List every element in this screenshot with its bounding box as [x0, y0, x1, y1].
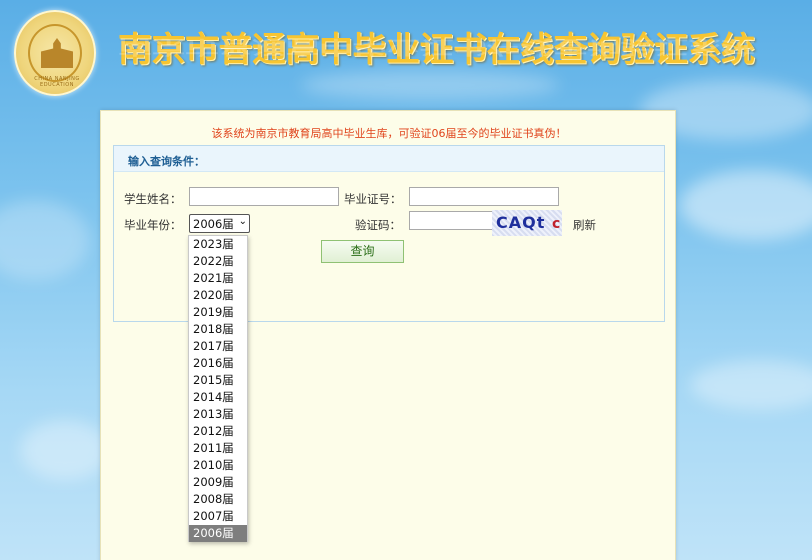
graduation-year-option[interactable]: 2019届 — [189, 304, 247, 321]
graduation-year-option[interactable]: 2013届 — [189, 406, 247, 423]
graduation-year-dropdown-list: 2023届 2022届 2021届 2020届 2019届 2018届 2017届 2016届… — [188, 235, 248, 542]
sky-cloud — [20, 420, 110, 480]
graduation-year-option[interactable]: 2023届 — [189, 236, 247, 253]
sky-cloud — [680, 170, 812, 240]
system-notice: 该系统为南京市教育局高中毕业生库，可验证06届至今的毕业证书真伪！ — [211, 127, 567, 140]
sky-cloud — [690, 360, 812, 410]
graduation-year-option[interactable]: 2011届 — [189, 440, 247, 457]
captcha-label: 验证码： — [355, 218, 401, 232]
page-title-reflection: 南京市普通高中毕业证书在线查询验证系统 — [118, 35, 755, 58]
graduation-year-option[interactable]: 2016届 — [189, 355, 247, 372]
graduation-year-option[interactable]: 2006届 — [189, 525, 247, 542]
graduation-year-option[interactable]: 2021届 — [189, 270, 247, 287]
captcha-text: CAQt — [496, 213, 546, 232]
emblem-ring-text: CHINA NANJING EDUCATION — [34, 76, 80, 88]
graduation-year-option[interactable]: 2015届 — [189, 372, 247, 389]
sky-cloud — [300, 70, 560, 100]
graduation-year-option[interactable]: 2020届 — [189, 287, 247, 304]
form-heading: 输入查询条件： — [114, 146, 664, 172]
graduation-year-option[interactable]: 2022届 — [189, 253, 247, 270]
captcha-image[interactable]: CAQt c — [492, 210, 562, 236]
graduation-year-label: 毕业年份： — [124, 218, 182, 232]
graduation-year-option[interactable]: 2017届 — [189, 338, 247, 355]
sky-cloud — [0, 200, 90, 280]
query-panel: 该系统为南京市教育局高中毕业生库，可验证06届至今的毕业证书真伪！ 输入查询条件… — [100, 110, 676, 560]
chevron-down-icon: ⌄ — [238, 216, 247, 227]
student-name-label: 学生姓名： — [124, 192, 182, 206]
graduation-year-option[interactable]: 2007届 — [189, 508, 247, 525]
student-name-input[interactable] — [189, 187, 339, 206]
graduation-year-option[interactable]: 2009届 — [189, 474, 247, 491]
nanjing-education-emblem-icon: CHINA NANJING EDUCATION — [14, 10, 96, 96]
certificate-number-label: 毕业证号： — [344, 192, 402, 206]
graduation-year-select[interactable]: 2006届 ⌄ — [189, 214, 250, 233]
certificate-number-input[interactable] — [409, 187, 559, 206]
graduation-year-option[interactable]: 2014届 — [189, 389, 247, 406]
captcha-text-tail: c — [551, 216, 562, 232]
query-button[interactable]: 查询 — [321, 240, 404, 263]
graduation-year-option[interactable]: 2018届 — [189, 321, 247, 338]
refresh-captcha-link[interactable]: 刷新 — [573, 217, 596, 233]
graduation-year-selected: 2006届 — [193, 217, 234, 231]
graduation-year-option[interactable]: 2008届 — [189, 491, 247, 508]
graduation-year-option[interactable]: 2010届 — [189, 457, 247, 474]
captcha-input[interactable] — [409, 211, 493, 230]
graduation-year-option[interactable]: 2012届 — [189, 423, 247, 440]
